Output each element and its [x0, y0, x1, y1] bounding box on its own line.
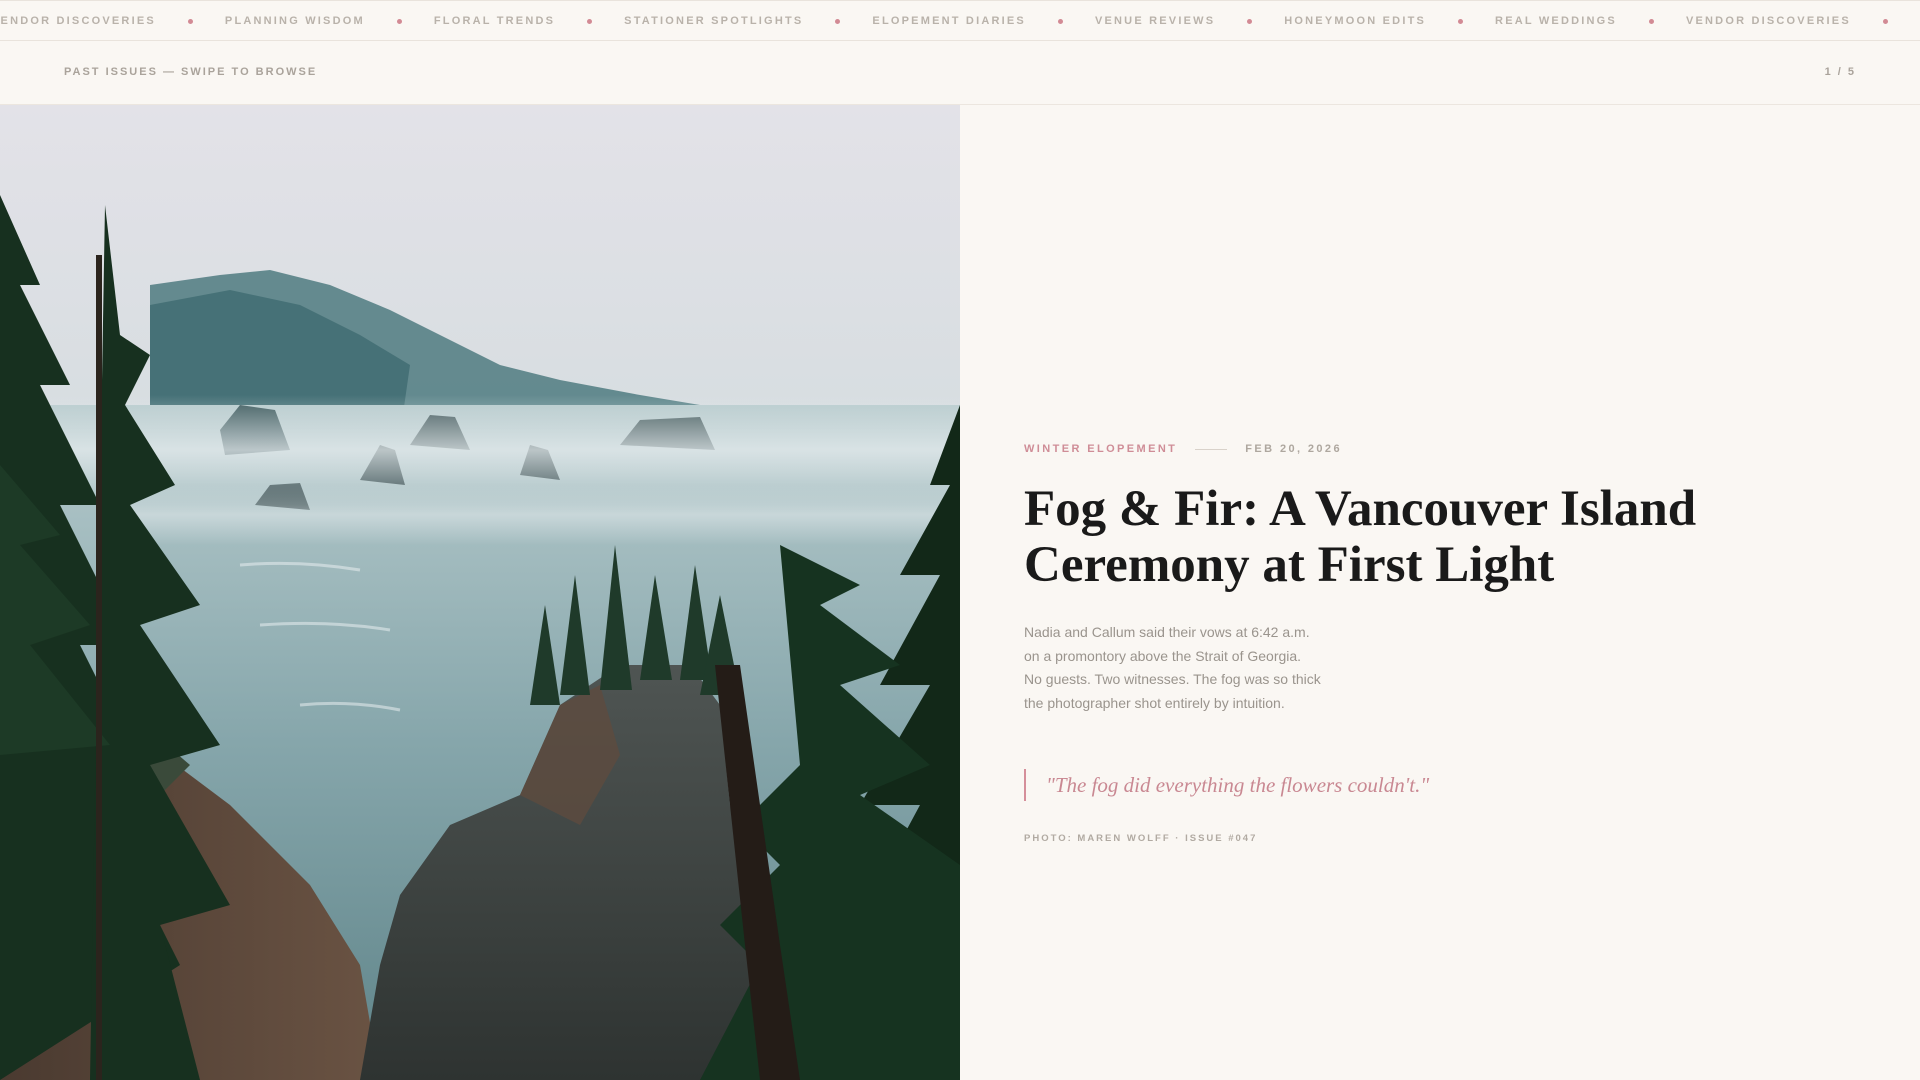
ticker-item[interactable]: Venue Reviews [1095, 15, 1215, 27]
ticker-separator-dot [187, 18, 193, 24]
article-headline[interactable]: Fog & Fir: A Vancouver Island Ceremony a… [1024, 481, 1784, 593]
photo-credit: Photo: Maren Wolff · Issue #047 [1024, 833, 1258, 844]
ticker-item[interactable]: Floral Trends [434, 15, 555, 27]
topic-ticker: Vendor Discoveries Planning Wisdom Floral … [0, 0, 1920, 41]
coastal-forest-illustration [0, 105, 960, 1080]
ticker-separator-dot [1882, 18, 1888, 24]
feature-article: Winter Elopement Feb 20, 2026 Fog & Fir:… [960, 105, 1920, 1080]
feature-photo [0, 105, 960, 1080]
past-issues-hint[interactable]: Past Issues — Swipe to Browse [64, 66, 317, 78]
ticker-separator-dot [1648, 18, 1654, 24]
issue-bar: Past Issues — Swipe to Browse 1 / 5 [0, 41, 1920, 105]
meta-divider [1195, 448, 1228, 450]
pull-quote: "The fog did everything the flowers coul… [1024, 769, 1429, 801]
article-dek: Nadia and Callum said their vows at 6:42… [1024, 624, 1321, 711]
ticker-separator-dot [1247, 18, 1253, 24]
category-label[interactable]: Winter Elopement [1024, 443, 1177, 455]
ticker-separator-dot [1458, 18, 1464, 24]
ticker-item[interactable]: Vendor Discoveries [0, 15, 156, 27]
ticker-separator-dot [835, 18, 841, 24]
ticker-item[interactable]: Vendor Discoveries [1686, 15, 1851, 27]
ticker-separator-dot [1057, 18, 1063, 24]
ticker-item[interactable]: Planning Wisdom [225, 15, 365, 27]
ticker-item[interactable]: Real Weddings [1495, 15, 1617, 27]
ticker-track: Vendor Discoveries Planning Wisdom Floral … [0, 1, 1920, 40]
article-meta: Winter Elopement Feb 20, 2026 [1024, 443, 1342, 455]
publish-date: Feb 20, 2026 [1245, 443, 1342, 455]
ticker-item[interactable]: Elopement Diaries [872, 15, 1026, 27]
ticker-separator-dot [396, 18, 402, 24]
issue-counter: 1 / 5 [1824, 66, 1856, 78]
ticker-item[interactable]: Stationer Spotlights [624, 15, 803, 27]
ticker-item[interactable]: Honeymoon Edits [1284, 15, 1426, 27]
ticker-separator-dot [587, 18, 593, 24]
